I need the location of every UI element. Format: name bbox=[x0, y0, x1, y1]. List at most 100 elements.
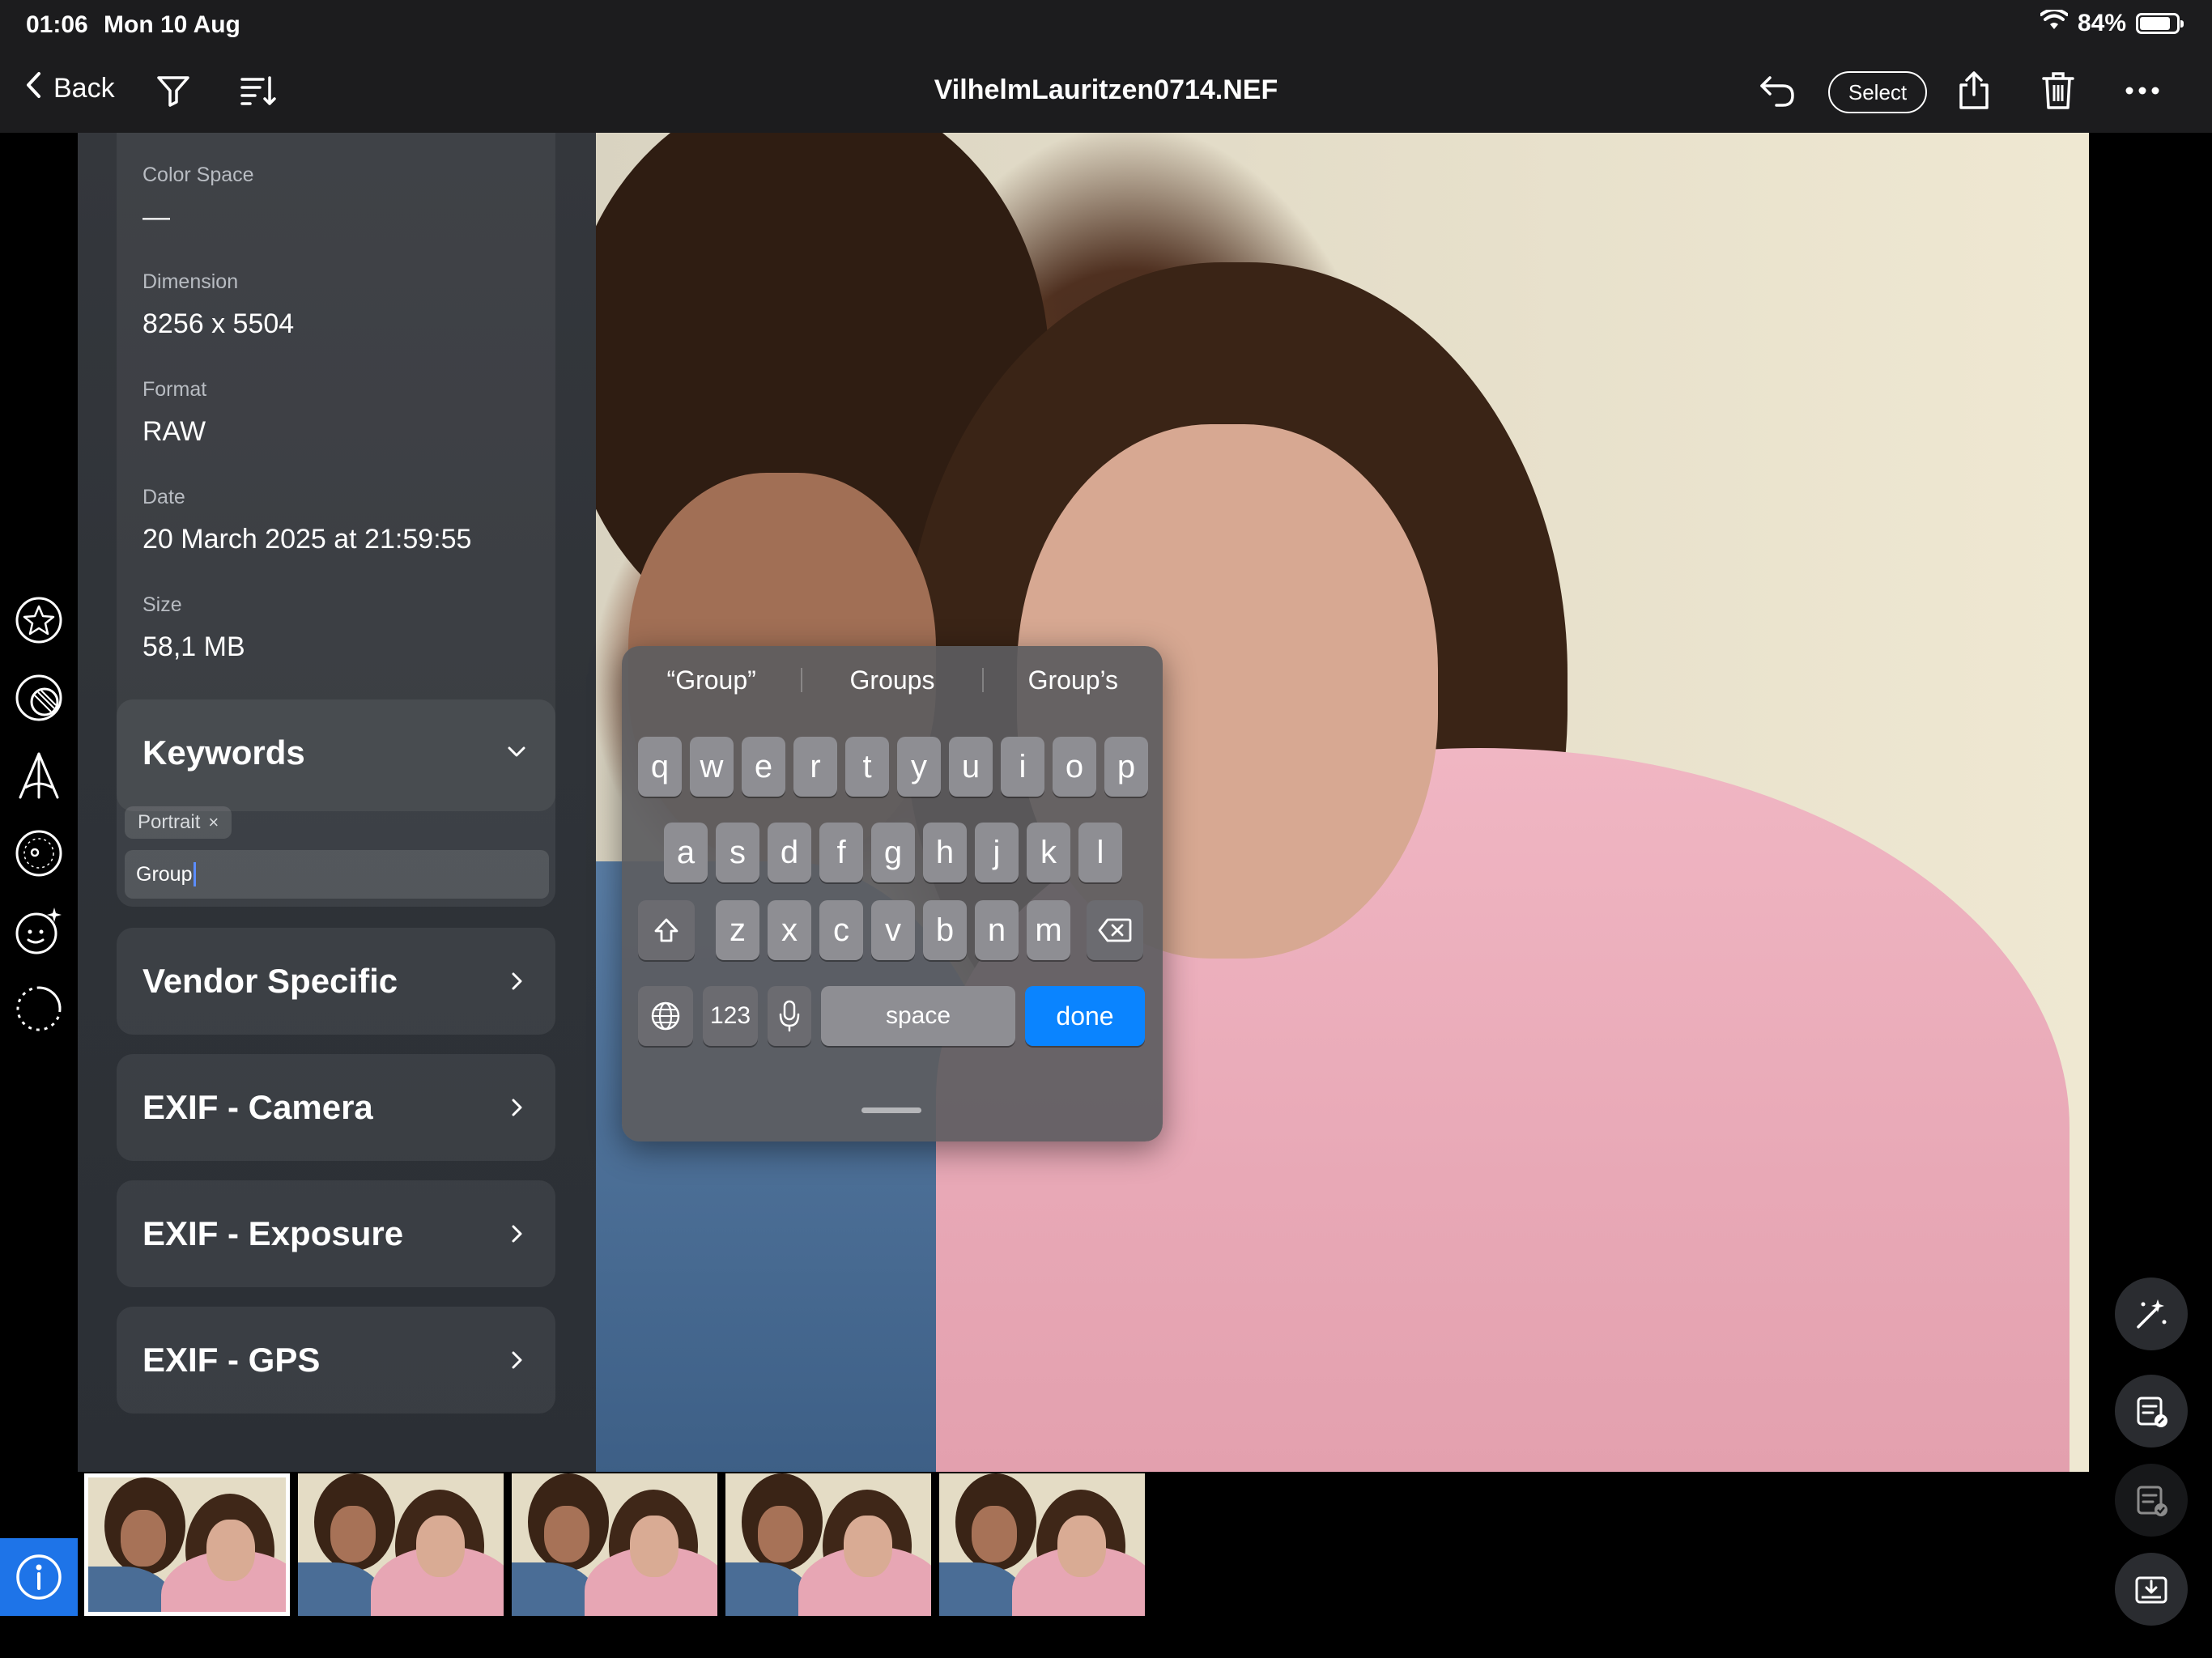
suggestion-item[interactable]: Groups bbox=[802, 665, 981, 695]
undo-icon[interactable] bbox=[1757, 70, 1799, 112]
chevron-right-icon bbox=[512, 1225, 522, 1243]
key-q[interactable]: q bbox=[638, 737, 682, 797]
thumbnail[interactable] bbox=[84, 1473, 290, 1616]
thumbnail[interactable] bbox=[512, 1473, 717, 1616]
lens-icon[interactable] bbox=[13, 827, 65, 879]
key-z[interactable]: z bbox=[716, 900, 759, 960]
delete-key[interactable] bbox=[1087, 900, 1143, 960]
copy-settings-icon bbox=[2137, 1397, 2167, 1427]
info-button[interactable] bbox=[0, 1538, 78, 1616]
dictation-key[interactable] bbox=[768, 986, 811, 1046]
filmstrip bbox=[78, 1472, 2089, 1658]
dimension-value: 8256 x 5504 bbox=[143, 308, 295, 339]
section-title: Vendor Specific bbox=[143, 962, 398, 1000]
paste-settings-icon bbox=[2137, 1486, 2167, 1516]
thumbnail[interactable] bbox=[939, 1473, 1145, 1616]
chevron-right-icon bbox=[512, 1099, 522, 1116]
microphone-icon bbox=[779, 1000, 800, 1032]
star-rating-icon[interactable] bbox=[13, 594, 65, 646]
key-o[interactable]: o bbox=[1053, 737, 1096, 797]
key-v[interactable]: v bbox=[871, 900, 915, 960]
key-e[interactable]: e bbox=[742, 737, 785, 797]
key-u[interactable]: u bbox=[949, 737, 993, 797]
filter-icon[interactable] bbox=[152, 70, 194, 112]
floating-keyboard: “Group” Groups Group’s 123 space done qw… bbox=[622, 646, 1163, 1141]
thumbnail[interactable] bbox=[725, 1473, 931, 1616]
back-label: Back bbox=[53, 73, 115, 104]
keyword-chip-portrait[interactable]: Portrait × bbox=[125, 806, 232, 839]
face-sparkle-icon[interactable] bbox=[13, 905, 65, 957]
key-p[interactable]: p bbox=[1104, 737, 1148, 797]
auto-enhance-button[interactable] bbox=[2115, 1278, 2188, 1350]
section-vendor-specific[interactable]: Vendor Specific bbox=[117, 928, 555, 1035]
key-j[interactable]: j bbox=[975, 823, 1019, 882]
space-key[interactable]: space bbox=[821, 986, 1015, 1046]
select-button[interactable]: Select bbox=[1828, 71, 1927, 113]
export-button[interactable] bbox=[2115, 1553, 2188, 1626]
key-d[interactable]: d bbox=[768, 823, 811, 882]
globe-icon bbox=[651, 1001, 680, 1031]
thumbnail[interactable] bbox=[298, 1473, 504, 1616]
suggestion-item[interactable]: “Group” bbox=[622, 665, 801, 695]
key-t[interactable]: t bbox=[845, 737, 889, 797]
key-k[interactable]: k bbox=[1027, 823, 1070, 882]
paste-settings-button[interactable] bbox=[2115, 1464, 2188, 1537]
key-w[interactable]: w bbox=[690, 737, 734, 797]
section-exif-exposure[interactable]: EXIF - Exposure bbox=[117, 1180, 555, 1287]
section-title: EXIF - GPS bbox=[143, 1341, 321, 1379]
color-space-row: Color Space — bbox=[143, 164, 254, 233]
keywords-title: Keywords bbox=[143, 733, 305, 772]
dimension-label: Dimension bbox=[143, 270, 239, 293]
date-label: Date bbox=[143, 486, 185, 508]
key-m[interactable]: m bbox=[1027, 900, 1070, 960]
section-exif-gps[interactable]: EXIF - GPS bbox=[117, 1307, 555, 1414]
keyboard-drag-handle[interactable] bbox=[861, 1107, 921, 1113]
key-i[interactable]: i bbox=[1001, 737, 1044, 797]
sort-icon[interactable] bbox=[236, 70, 279, 112]
shift-icon bbox=[654, 918, 678, 942]
loading-ring-icon[interactable] bbox=[13, 983, 65, 1035]
key-c[interactable]: c bbox=[819, 900, 863, 960]
key-g[interactable]: g bbox=[871, 823, 915, 882]
key-x[interactable]: x bbox=[768, 900, 811, 960]
color-space-value: — bbox=[143, 202, 170, 232]
backspace-icon bbox=[1098, 918, 1132, 942]
key-y[interactable]: y bbox=[897, 737, 941, 797]
suggestion-item[interactable]: Group’s bbox=[984, 665, 1163, 695]
globe-key[interactable] bbox=[638, 986, 693, 1046]
battery-fill bbox=[2140, 17, 2170, 30]
copy-settings-button[interactable] bbox=[2115, 1375, 2188, 1448]
toolbar: Back VilhelmLauritzen0714.NEF Select bbox=[0, 50, 2212, 133]
remove-keyword-icon[interactable]: × bbox=[208, 812, 219, 833]
size-value: 58,1 MB bbox=[143, 631, 245, 662]
key-h[interactable]: h bbox=[923, 823, 967, 882]
chevron-down-icon[interactable] bbox=[507, 742, 526, 761]
key-b[interactable]: b bbox=[923, 900, 967, 960]
key-r[interactable]: r bbox=[793, 737, 837, 797]
trash-icon[interactable] bbox=[2037, 70, 2079, 112]
key-f[interactable]: f bbox=[819, 823, 863, 882]
section-exif-camera[interactable]: EXIF - Camera bbox=[117, 1054, 555, 1161]
battery-icon bbox=[2136, 13, 2184, 34]
key-a[interactable]: a bbox=[664, 823, 708, 882]
back-button[interactable]: Back bbox=[24, 71, 115, 106]
format-value: RAW bbox=[143, 416, 206, 447]
color-space-label: Color Space bbox=[143, 164, 254, 186]
mask-icon[interactable] bbox=[13, 672, 65, 724]
status-time: 01:06 bbox=[26, 11, 88, 38]
key-s[interactable]: s bbox=[716, 823, 759, 882]
numbers-key[interactable]: 123 bbox=[703, 986, 758, 1046]
key-n[interactable]: n bbox=[975, 900, 1019, 960]
magic-wand-icon bbox=[2137, 1299, 2167, 1329]
keyword-input[interactable]: Group bbox=[125, 850, 549, 899]
perspective-icon[interactable] bbox=[13, 750, 65, 801]
share-icon[interactable] bbox=[1953, 70, 1995, 112]
shift-key[interactable] bbox=[638, 900, 695, 960]
dimension-row: Dimension 8256 x 5504 bbox=[143, 270, 294, 340]
more-icon[interactable] bbox=[2121, 70, 2163, 112]
key-l[interactable]: l bbox=[1078, 823, 1122, 882]
status-bar: 01:06 Mon 10 Aug 84% bbox=[0, 0, 2212, 50]
format-label: Format bbox=[143, 378, 207, 401]
keyboard-suggestions: “Group” Groups Group’s bbox=[622, 646, 1163, 714]
done-key[interactable]: done bbox=[1025, 986, 1145, 1046]
